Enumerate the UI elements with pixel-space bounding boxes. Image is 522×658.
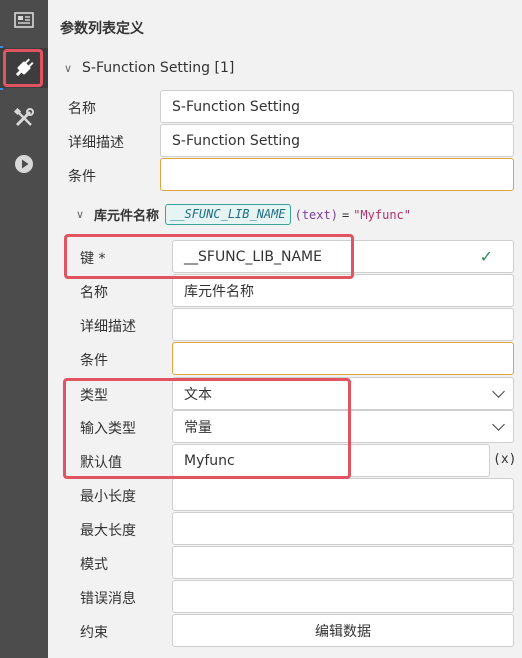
- chevron-down-icon: [492, 418, 505, 431]
- name-label: 名称: [68, 101, 96, 117]
- param-name-label: 名称: [80, 285, 108, 301]
- input-type-select[interactable]: 常量: [172, 410, 514, 443]
- default-value-field[interactable]: Myfunc: [172, 444, 490, 477]
- condition-field[interactable]: [160, 158, 514, 191]
- play-icon[interactable]: [0, 144, 48, 184]
- expression-button[interactable]: (x): [493, 452, 516, 467]
- key-field-value: __SFUNC_LIB_NAME: [184, 248, 322, 265]
- parameter-list-panel: 参数列表定义 ∨ S-Function Setting [1] 名称 S-Fun…: [48, 0, 522, 658]
- subsection-equals: =: [341, 207, 350, 222]
- description-field[interactable]: S-Function Setting: [160, 124, 514, 157]
- subsection-name: 库元件名称: [94, 209, 160, 224]
- subsection-key-badge: __SFUNC_LIB_NAME: [165, 204, 291, 225]
- name-field-value: S-Function Setting: [172, 98, 301, 115]
- type-select[interactable]: 文本: [172, 377, 514, 410]
- type-label: 类型: [80, 388, 108, 404]
- param-description-field[interactable]: [172, 308, 514, 341]
- subsection-type: (text): [294, 207, 338, 222]
- type-select-value: 文本: [184, 386, 212, 403]
- error-message-field[interactable]: [172, 580, 514, 613]
- param-condition-label: 条件: [80, 353, 108, 369]
- pattern-label: 模式: [80, 557, 108, 573]
- description-field-value: S-Function Setting: [172, 132, 301, 149]
- param-description-label: 详细描述: [80, 319, 136, 335]
- default-value-label: 默认值: [80, 455, 122, 471]
- chevron-down-icon[interactable]: ∨: [64, 62, 82, 75]
- panel-title: 参数列表定义: [60, 21, 144, 37]
- subsection-value: "Myfunc": [353, 207, 411, 222]
- activity-bar: [0, 0, 48, 658]
- section-header[interactable]: ∨ S-Function Setting [1]: [64, 60, 234, 76]
- layout-icon[interactable]: [0, 0, 48, 40]
- description-label: 详细描述: [68, 135, 124, 151]
- chevron-down-icon: [492, 385, 505, 398]
- min-length-field[interactable]: [172, 478, 514, 511]
- max-length-label: 最大长度: [80, 523, 136, 539]
- name-field[interactable]: S-Function Setting: [160, 90, 514, 123]
- default-value-text: Myfunc: [184, 452, 235, 469]
- subsection-header[interactable]: ∨ 库元件名称 __SFUNC_LIB_NAME (text) = "Myfun…: [76, 204, 411, 225]
- key-label: 键 *: [80, 251, 106, 267]
- plug-icon[interactable]: [0, 48, 48, 88]
- section-title: S-Function Setting [1]: [82, 60, 235, 76]
- key-field[interactable]: __SFUNC_LIB_NAME ✓: [172, 240, 514, 273]
- param-name-field[interactable]: 库元件名称: [172, 274, 514, 307]
- error-message-label: 错误消息: [80, 591, 136, 607]
- constraint-label: 约束: [80, 625, 108, 641]
- edit-data-button[interactable]: 编辑数据: [172, 614, 514, 647]
- input-type-label: 输入类型: [80, 421, 136, 437]
- input-type-select-value: 常量: [184, 419, 212, 436]
- condition-label: 条件: [68, 169, 96, 185]
- param-condition-field[interactable]: [172, 342, 514, 375]
- param-name-value: 库元件名称: [184, 283, 254, 300]
- max-length-field[interactable]: [172, 512, 514, 545]
- min-length-label: 最小长度: [80, 489, 136, 505]
- checkmark-icon: ✓: [479, 247, 493, 266]
- pattern-field[interactable]: [172, 546, 514, 579]
- chevron-down-icon[interactable]: ∨: [76, 208, 94, 221]
- tools-icon[interactable]: [0, 98, 48, 138]
